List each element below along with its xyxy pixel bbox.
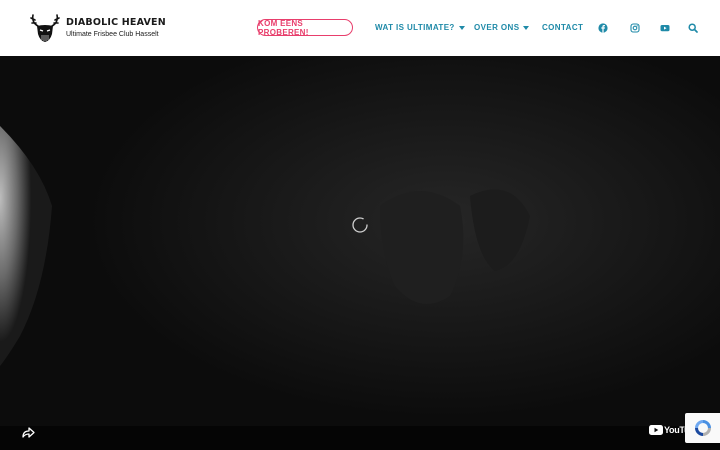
chevron-down-icon bbox=[523, 25, 530, 30]
nav-item-wat-is-ultimate[interactable]: WAT IS ULTIMATE? bbox=[375, 23, 465, 32]
try-it-button[interactable]: KOM EENS PROBEREN! bbox=[257, 19, 353, 37]
logo-text: DIABOLIC HEAVEN Ultimate Frisbee Club Ha… bbox=[66, 18, 166, 38]
youtube-icon[interactable] bbox=[660, 23, 670, 33]
brand-subtitle: Ultimate Frisbee Club Hasselt bbox=[66, 30, 159, 38]
recaptcha-icon bbox=[694, 420, 711, 436]
nav-item-over-ons[interactable]: OVER ONS bbox=[474, 23, 530, 32]
devil-logo-icon bbox=[30, 14, 60, 42]
nav-item-label: WAT IS ULTIMATE? bbox=[375, 23, 455, 32]
nav-item-contact[interactable]: CONTACT bbox=[542, 23, 583, 32]
recaptcha-badge[interactable] bbox=[685, 413, 720, 443]
youtube-play-icon bbox=[649, 425, 663, 435]
chevron-down-icon bbox=[458, 25, 465, 30]
loading-spinner-icon bbox=[352, 217, 368, 233]
nav-item-label: CONTACT bbox=[542, 23, 584, 32]
share-icon[interactable] bbox=[20, 424, 36, 440]
site-header: DIABOLIC HEAVEN Ultimate Frisbee Club Ha… bbox=[0, 0, 720, 56]
video-player[interactable]: YouTube bbox=[0, 56, 720, 450]
nav-item-label: OVER ONS bbox=[474, 23, 520, 32]
facebook-icon[interactable] bbox=[598, 23, 608, 33]
instagram-icon[interactable] bbox=[630, 23, 640, 33]
site-logo[interactable]: DIABOLIC HEAVEN Ultimate Frisbee Club Ha… bbox=[28, 12, 166, 44]
search-icon[interactable] bbox=[688, 23, 698, 33]
brand-title: DIABOLIC HEAVEN bbox=[66, 17, 166, 29]
video-frame bbox=[0, 56, 720, 450]
